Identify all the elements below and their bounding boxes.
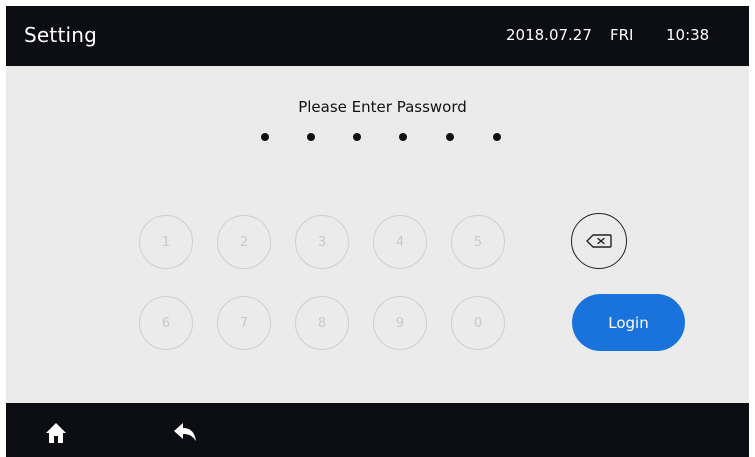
password-dot	[307, 133, 315, 141]
password-dot	[399, 133, 407, 141]
back-arrow-icon	[174, 423, 196, 441]
key-1[interactable]: 1	[139, 215, 193, 269]
home-button[interactable]	[44, 421, 68, 445]
login-button[interactable]: Login	[572, 294, 685, 351]
bottom-bar	[6, 403, 749, 457]
password-dots	[256, 133, 516, 143]
key-2[interactable]: 2	[217, 215, 271, 269]
settings-screen: Setting 2018.07.27 FRI 10:38 Please Ente…	[6, 6, 749, 457]
password-dot	[353, 133, 361, 141]
key-5[interactable]: 5	[451, 215, 505, 269]
key-7[interactable]: 7	[217, 296, 271, 350]
password-dot	[493, 133, 501, 141]
password-dot	[446, 133, 454, 141]
date-display: 2018.07.27	[506, 26, 592, 44]
key-6[interactable]: 6	[139, 296, 193, 350]
time-display: 10:38	[666, 26, 710, 44]
top-bar: Setting 2018.07.27 FRI 10:38	[6, 6, 749, 66]
day-display: FRI	[610, 26, 634, 44]
key-3[interactable]: 3	[295, 215, 349, 269]
backspace-button[interactable]	[571, 213, 627, 269]
password-dot	[261, 133, 269, 141]
page-title: Setting	[24, 23, 98, 47]
key-4[interactable]: 4	[373, 215, 427, 269]
key-0[interactable]: 0	[451, 296, 505, 350]
key-8[interactable]: 8	[295, 296, 349, 350]
backspace-icon	[586, 234, 612, 248]
password-prompt: Please Enter Password	[298, 98, 467, 116]
home-icon	[46, 423, 66, 443]
key-9[interactable]: 9	[373, 296, 427, 350]
back-button[interactable]	[172, 421, 198, 443]
